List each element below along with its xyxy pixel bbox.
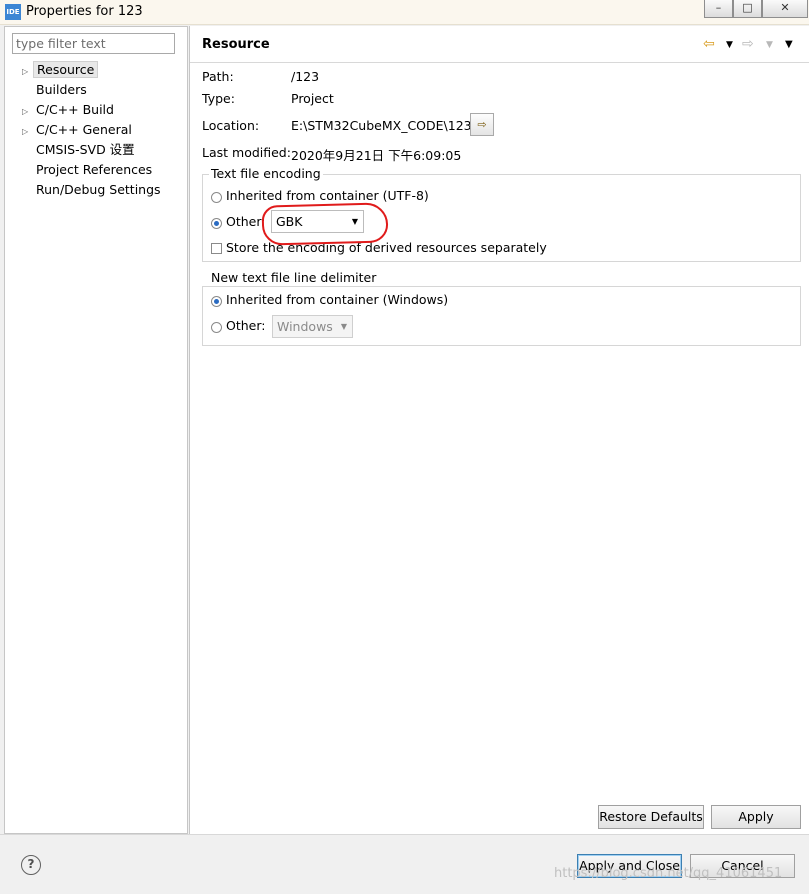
watermark-text: https://blog.csdn.net/qq_41061451 <box>554 866 783 881</box>
tree-item-builders[interactable]: Builders <box>22 81 90 99</box>
view-menu-icon[interactable]: ▼ <box>785 39 793 50</box>
back-arrow-icon[interactable]: ⇦ <box>703 36 715 52</box>
help-icon[interactable]: ? <box>21 855 41 875</box>
location-value: E:\STM32CubeMX_CODE\123 <box>291 118 472 133</box>
expand-arrow-icon[interactable]: ▷ <box>22 63 33 81</box>
restore-defaults-button[interactable]: Restore Defaults <box>598 805 704 829</box>
tree-item-cpp-general[interactable]: ▷ C/C++ General <box>22 121 135 139</box>
text-encoding-group-title: Text file encoding <box>209 166 323 181</box>
show-in-explorer-button[interactable]: ⇨ <box>470 113 494 136</box>
tree-item-label: C/C++ General <box>36 122 132 137</box>
inherited-delimiter-label: Inherited from container (Windows) <box>226 292 449 307</box>
page-title: Resource <box>202 37 270 52</box>
apply-button[interactable]: Apply <box>711 805 801 829</box>
tree-item-label: Project References <box>36 162 153 177</box>
path-value: /123 <box>291 69 320 84</box>
tree-item-run-debug-settings[interactable]: Run/Debug Settings <box>22 181 164 199</box>
close-button[interactable]: ✕ <box>762 0 808 18</box>
path-label: Path: <box>202 69 234 84</box>
delimiter-combo[interactable]: Windows ▼ <box>272 315 353 338</box>
filter-input[interactable] <box>12 33 175 54</box>
forward-history-dropdown-icon[interactable]: ▼ <box>766 40 773 50</box>
location-label: Location: <box>202 118 260 133</box>
tree-item-cpp-build[interactable]: ▷ C/C++ Build <box>22 101 117 119</box>
window-title: Properties for 123 <box>26 4 143 19</box>
tree-item-resource[interactable]: ▷ Resource <box>22 61 99 81</box>
inherited-encoding-label: Inherited from container (UTF-8) <box>226 188 429 203</box>
tree-item-label: Resource <box>33 61 99 78</box>
back-history-dropdown-icon[interactable]: ▼ <box>726 40 733 50</box>
type-label: Type: <box>202 91 235 106</box>
delimiter-combo-value: Windows <box>277 319 333 334</box>
forward-arrow-icon[interactable]: ⇨ <box>742 36 754 52</box>
inherited-encoding-radio[interactable] <box>211 192 222 203</box>
other-delimiter-label: Other: <box>226 318 266 333</box>
folder-arrow-icon: ⇨ <box>477 118 487 131</box>
inherited-delimiter-radio[interactable] <box>211 296 222 307</box>
tree-item-label: C/C++ Build <box>36 102 114 117</box>
red-highlight-annotation <box>261 202 389 246</box>
dropdown-arrow-icon: ▼ <box>340 322 347 331</box>
store-derived-encoding-checkbox[interactable] <box>211 243 222 254</box>
other-encoding-radio[interactable] <box>211 218 222 229</box>
tree-item-label: Run/Debug Settings <box>36 182 161 197</box>
minimize-button[interactable]: – <box>704 0 733 18</box>
last-modified-value: 2020年9月21日 下午6:09:05 <box>291 148 462 163</box>
header-divider <box>190 62 809 63</box>
line-delimiter-group-title: New text file line delimiter <box>209 270 379 285</box>
last-modified-label: Last modified: <box>202 145 291 160</box>
tree-item-project-references[interactable]: Project References <box>22 161 155 179</box>
expand-arrow-icon[interactable]: ▷ <box>22 103 33 121</box>
ide-app-icon: IDE <box>5 4 21 20</box>
tree-item-label: Builders <box>36 82 87 97</box>
tree-item-cmsis-svd[interactable]: CMSIS-SVD 设置 <box>22 141 138 159</box>
other-delimiter-radio[interactable] <box>211 322 222 333</box>
expand-arrow-icon[interactable]: ▷ <box>22 123 33 141</box>
tree-item-label: CMSIS-SVD 设置 <box>36 142 135 157</box>
type-value: Project <box>291 91 334 106</box>
other-encoding-label: Other: <box>226 214 266 229</box>
maximize-button[interactable]: □ <box>733 0 762 18</box>
footer-divider <box>0 834 809 835</box>
